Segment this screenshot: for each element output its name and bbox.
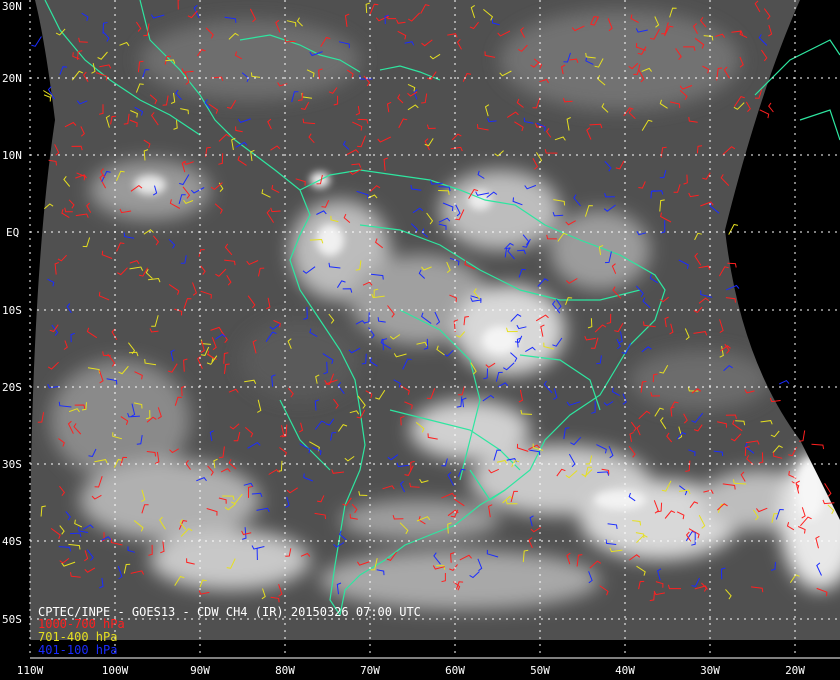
- lat-label: 20S: [2, 381, 22, 394]
- lat-label: 10N: [2, 149, 22, 162]
- lat-label: 20N: [2, 72, 22, 85]
- legend-high-level: 401-100 hPa: [38, 643, 117, 657]
- lon-label: 80W: [275, 664, 295, 677]
- lon-label: 20W: [785, 664, 805, 677]
- lat-label: 40S: [2, 535, 22, 548]
- lat-label: 10S: [2, 304, 22, 317]
- lat-label: 30N: [2, 0, 22, 13]
- lat-label: 30S: [2, 458, 22, 471]
- satellite-wind-map: 30N 20N 10N EQ 10S 20S 30S 40S 50S 110W …: [0, 0, 840, 680]
- lon-label: 70W: [360, 664, 380, 677]
- lon-label: 100W: [102, 664, 129, 677]
- lon-label: 110W: [17, 664, 44, 677]
- lon-label: 30W: [700, 664, 720, 677]
- legend-low-level: 1000-700 hPa: [38, 617, 125, 631]
- lon-label: 90W: [190, 664, 210, 677]
- lon-label: 50W: [530, 664, 550, 677]
- lat-label: 50S: [2, 613, 22, 626]
- lon-label: 60W: [445, 664, 465, 677]
- legend-mid-level: 701-400 hPa: [38, 630, 117, 644]
- lon-label: 40W: [615, 664, 635, 677]
- lat-label: EQ: [6, 226, 19, 239]
